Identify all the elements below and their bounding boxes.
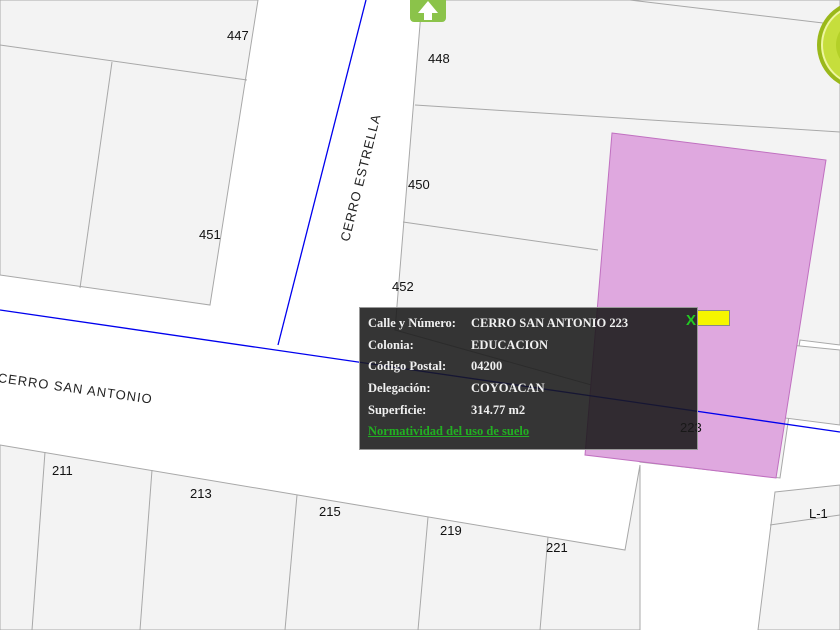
- popup-row: Superficie: 314.77 m2: [368, 403, 525, 418]
- popup-row: Calle y Número: CERRO SAN ANTONIO 223: [368, 316, 628, 331]
- land-use-link[interactable]: Normatividad del uso de suelo: [368, 424, 529, 439]
- lot-number: 211: [52, 463, 73, 478]
- popup-value: 04200: [471, 359, 503, 373]
- popup-value: COYOACAN: [471, 381, 545, 395]
- popup-row: Delegación: COYOACAN: [368, 381, 545, 396]
- popup-value: EDUCACION: [471, 338, 549, 352]
- popup-key: Delegación:: [368, 381, 431, 395]
- lot-number: 213: [190, 486, 212, 501]
- block-bottom: [0, 444, 641, 630]
- north-arrow-icon[interactable]: [410, 0, 446, 22]
- lot-number: L-1: [809, 506, 828, 521]
- lot-number: 450: [408, 177, 430, 192]
- popup-key: Calle y Número:: [368, 316, 456, 330]
- lot-number: 451: [199, 227, 221, 242]
- lot-number: 452: [392, 279, 414, 294]
- popup-key: Código Postal:: [368, 359, 447, 373]
- lot-number: 219: [440, 523, 462, 538]
- popup-row: Código Postal: 04200: [368, 359, 502, 374]
- close-button[interactable]: X: [686, 312, 696, 329]
- lot-number: 448: [428, 51, 450, 66]
- marker-tag: [697, 310, 730, 326]
- popup-key: Superficie:: [368, 403, 427, 417]
- popup-value: CERRO SAN ANTONIO 223: [471, 316, 629, 330]
- block-top-left: [0, 0, 259, 306]
- lot-number: 447: [227, 28, 249, 43]
- popup-row: Colonia: EDUCACION: [368, 338, 548, 353]
- info-popup: Calle y Número: CERRO SAN ANTONIO 223 Col…: [359, 307, 698, 450]
- popup-value: 314.77 m2: [471, 403, 526, 417]
- lot-number: 215: [319, 504, 341, 519]
- lot-number: 221: [546, 540, 568, 555]
- popup-key: Colonia:: [368, 338, 414, 352]
